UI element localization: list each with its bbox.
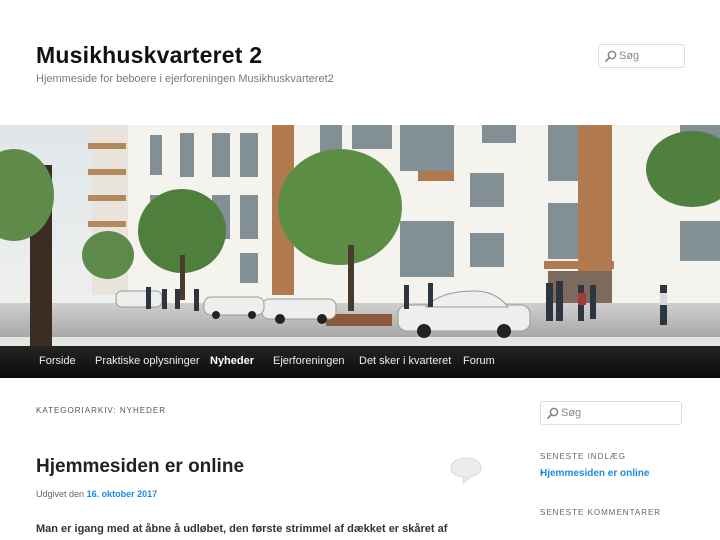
site-title[interactable]: Musikhuskvarteret 2 — [36, 42, 262, 69]
recent-post-link[interactable]: Hjemmesiden er online — [540, 468, 649, 479]
post-meta-prefix: Udgivet den — [36, 489, 85, 499]
post-meta: Udgivet den 16. oktober 2017 — [36, 489, 157, 499]
header-search[interactable] — [598, 44, 685, 68]
archive-title: KATEGORIARKIV: NYHEDER — [36, 406, 167, 415]
post-date-link[interactable]: 16. oktober 2017 — [87, 489, 158, 499]
search-icon — [605, 50, 617, 62]
nav-item-ejerforeningen[interactable]: Ejerforeningen — [273, 355, 345, 367]
recent-posts-list: Hjemmesiden er online — [540, 468, 649, 479]
recent-comments-title: SENESTE KOMMENTARER — [540, 508, 662, 517]
nav-item-forside[interactable]: Forside — [39, 355, 76, 367]
nav-item-nyheder[interactable]: Nyheder — [210, 355, 254, 367]
recent-posts-title: SENESTE INDLÆG — [540, 452, 627, 461]
nav-item-forum[interactable]: Forum — [463, 355, 495, 367]
sidebar-search-input[interactable] — [561, 402, 677, 424]
post-title[interactable]: Hjemmesiden er online — [36, 456, 244, 478]
list-item: Hjemmesiden er online — [540, 468, 649, 479]
page: Musikhuskvarteret 2 Hjemmeside for beboe… — [0, 0, 720, 540]
header-image — [0, 125, 720, 346]
site-description: Hjemmeside for beboere i ejerforeningen … — [36, 73, 334, 85]
sidebar-search[interactable] — [540, 401, 682, 425]
comment-bubble-icon[interactable] — [449, 456, 483, 484]
post-excerpt: Man er igang med at åbne å udløbet, den … — [36, 523, 448, 535]
nav-item-praktiske-oplysninger[interactable]: Praktiske oplysninger — [95, 355, 200, 367]
search-input[interactable] — [619, 45, 680, 67]
search-icon — [547, 407, 559, 419]
main-navigation: Forside Praktiske oplysninger Nyheder Ej… — [0, 346, 720, 378]
nav-item-det-sker-i-kvarteret[interactable]: Det sker i kvarteret — [359, 355, 451, 367]
